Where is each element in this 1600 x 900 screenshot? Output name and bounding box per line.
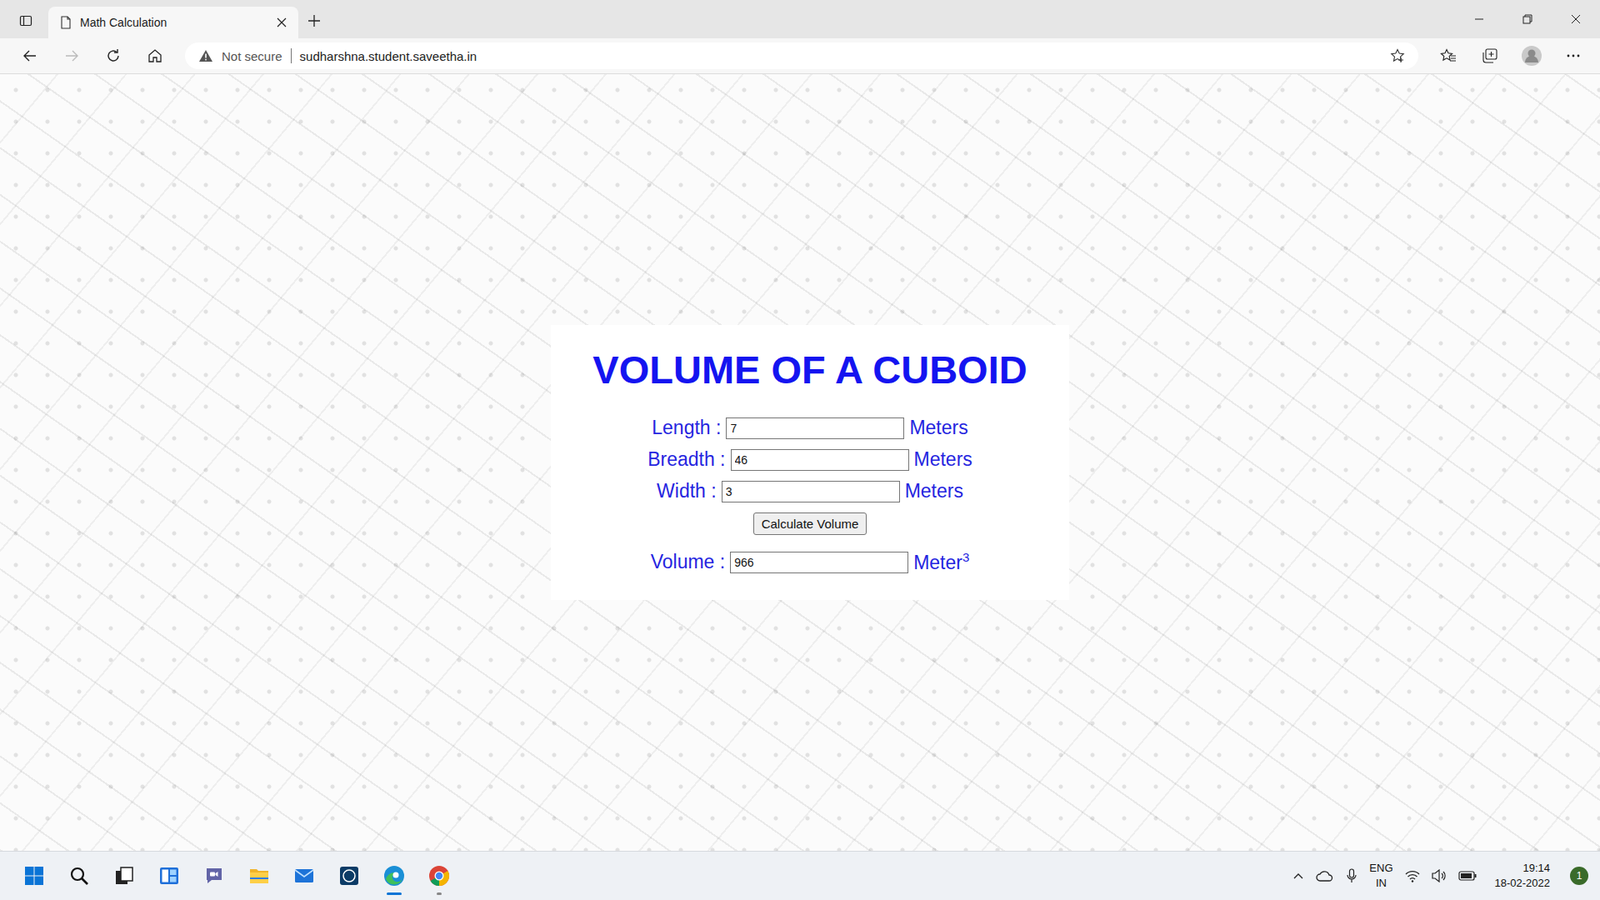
volume-speaker-icon[interactable]	[1431, 869, 1447, 883]
back-arrow-icon	[22, 48, 38, 64]
cuboid-form-card: VOLUME OF A CUBOIDLength :MetersBreadth …	[550, 325, 1070, 600]
back-button[interactable]	[11, 41, 49, 70]
teams-chat-icon	[204, 865, 225, 886]
search-magnifier-icon	[69, 865, 90, 886]
taskbar-app[interactable]	[371, 854, 417, 898]
restore-button[interactable]	[1503, 0, 1552, 39]
minimize-icon	[1474, 14, 1485, 25]
browser-tab[interactable]: Math Calculation	[48, 6, 299, 39]
tab-actions-button[interactable]	[10, 5, 42, 37]
clock[interactable]: 19:1418-02-2022	[1495, 860, 1551, 890]
notification-badge[interactable]: 1	[1570, 866, 1589, 885]
favorites-icon	[1440, 48, 1457, 64]
running-indicator	[436, 892, 442, 895]
taskbar-app[interactable]	[416, 854, 462, 898]
volume-unit: Meter3	[913, 550, 970, 575]
restore-icon	[1522, 14, 1533, 25]
date-text: 18-02-2022	[1495, 875, 1551, 891]
warning-icon	[198, 49, 214, 63]
desktop: Math Calculation Not secure sudharshna.stu…	[0, 0, 1600, 900]
task-view-icon	[114, 865, 135, 886]
dimension-row: Breadth : Meters	[647, 447, 973, 473]
wifi-icon[interactable]	[1405, 869, 1420, 883]
time-text: 19:14	[1522, 860, 1550, 876]
start-windows-icon	[24, 865, 45, 886]
taskbar-app[interactable]	[101, 854, 147, 898]
running-indicator	[386, 892, 402, 895]
collections-button[interactable]	[1471, 41, 1509, 70]
profile-button[interactable]	[1513, 41, 1550, 70]
taskbar-app[interactable]	[326, 854, 372, 898]
dimension-row: Width : Meters	[656, 479, 964, 505]
taskbar-app[interactable]	[236, 854, 282, 898]
url-text[interactable]: sudharshna.student.saveetha.in	[300, 49, 478, 64]
taskbar: ENGIN 19:1418-02-2022 1	[0, 850, 1600, 900]
field-label: Length :	[651, 416, 721, 440]
edge-browser-icon	[383, 865, 405, 887]
add-favorite-icon[interactable]	[1390, 48, 1405, 64]
volume-label: Volume :	[650, 550, 726, 574]
dimension-input[interactable]	[730, 449, 910, 471]
favorites-button[interactable]	[1430, 41, 1467, 70]
address-toolbar: Not secure sudharshna.student.saveetha.in	[0, 38, 1600, 75]
widgets-icon	[159, 865, 180, 886]
security-label[interactable]: Not secure	[221, 49, 283, 64]
mail-envelope-icon	[294, 865, 315, 886]
show-hidden-chevron-icon[interactable]	[1292, 870, 1305, 882]
taskbar-app[interactable]	[56, 854, 102, 898]
tab-actions-icon	[19, 14, 33, 28]
tab-bar: Math Calculation	[0, 0, 1600, 39]
file-explorer-icon	[249, 865, 270, 886]
field-label: Width :	[656, 480, 717, 503]
input-language[interactable]: ENGIN	[1369, 860, 1393, 890]
volume-output[interactable]	[730, 551, 909, 574]
chrome-browser-icon	[428, 865, 450, 887]
dimension-input[interactable]	[721, 480, 900, 503]
profile-avatar-icon	[1520, 45, 1543, 67]
more-dots-icon	[1565, 53, 1581, 59]
volume-row: Volume : Meter3	[650, 550, 970, 575]
system-tray: ENGIN 19:1418-02-2022 1	[1292, 860, 1589, 890]
unit-label: Meters	[914, 448, 973, 471]
close-window-button[interactable]	[1551, 0, 1600, 39]
unit-label: Meters	[905, 480, 964, 503]
refresh-button[interactable]	[95, 41, 132, 70]
taskbar-app[interactable]	[146, 854, 192, 898]
taskbar-app[interactable]	[191, 854, 237, 898]
home-icon	[147, 48, 163, 64]
collections-icon	[1481, 48, 1499, 64]
battery-icon[interactable]	[1458, 870, 1477, 881]
refresh-icon	[105, 48, 121, 64]
forward-arrow-icon	[64, 48, 80, 64]
page-title: VOLUME OF A CUBOID	[592, 346, 1027, 394]
minimize-button[interactable]	[1455, 0, 1504, 39]
address-divider	[290, 48, 292, 64]
unit-label: Meters	[909, 416, 968, 440]
dimension-row: Length : Meters	[651, 415, 968, 441]
taskbar-app[interactable]	[281, 854, 327, 898]
microphone-icon[interactable]	[1345, 868, 1358, 884]
forward-button[interactable]	[53, 41, 90, 70]
plus-icon	[307, 14, 321, 28]
taskbar-app[interactable]	[11, 854, 57, 898]
calculate-volume-button[interactable]: Calculate Volume	[753, 512, 868, 535]
home-button[interactable]	[136, 41, 174, 70]
page-icon	[60, 15, 72, 30]
settings-more-button[interactable]	[1555, 41, 1592, 70]
close-icon	[1570, 14, 1581, 25]
dell-app-icon	[339, 865, 360, 886]
field-label: Breadth :	[647, 448, 725, 471]
address-field[interactable]: Not secure sudharshna.student.saveetha.in	[185, 42, 1419, 70]
close-tab-icon[interactable]	[276, 17, 287, 28]
new-tab-button[interactable]	[298, 5, 330, 37]
dimension-input[interactable]	[725, 417, 905, 440]
onedrive-cloud-icon[interactable]	[1315, 869, 1335, 883]
math-background: VOLUME OF A CUBOIDLength :MetersBreadth …	[0, 74, 1600, 851]
